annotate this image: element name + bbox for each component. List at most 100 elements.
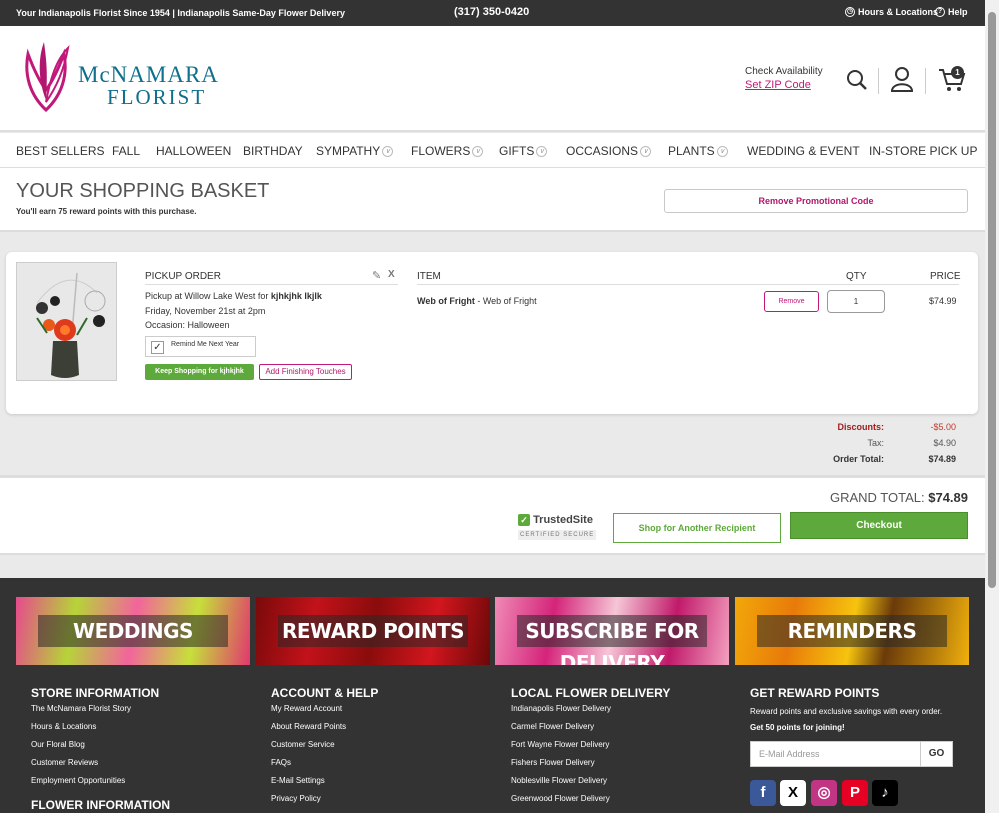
discounts-label: Discounts: bbox=[837, 422, 884, 432]
hours-label: Hours & Locations bbox=[858, 7, 939, 17]
nav-occasions[interactable]: OCCASIONS ∨ bbox=[566, 144, 652, 158]
reward-points-banner-label: REWARD POINTS bbox=[278, 615, 468, 647]
price-column-header: PRICE bbox=[930, 271, 961, 282]
footer-link[interactable]: Indianapolis Flower Delivery bbox=[511, 704, 670, 722]
nav-in-store-pickup[interactable]: IN-STORE PICK UP bbox=[869, 144, 977, 158]
nav-halloween[interactable]: HALLOWEEN bbox=[156, 144, 231, 158]
pickup-date: Friday, November 21st at 2pm bbox=[145, 306, 266, 316]
product-image[interactable] bbox=[16, 262, 117, 381]
footer-link[interactable]: Customer Service bbox=[271, 740, 378, 758]
subscribe-banner[interactable]: SUBSCRIBE FOR DELIVERY bbox=[495, 597, 729, 665]
footer-link[interactable]: Fishers Flower Delivery bbox=[511, 758, 670, 776]
account-icon[interactable] bbox=[890, 66, 914, 92]
chevron-down-icon: ∨ bbox=[716, 146, 728, 158]
set-zip-link[interactable]: Set ZIP Code bbox=[745, 79, 811, 91]
nav-sympathy-label: SYMPATHY bbox=[316, 144, 381, 158]
scrollbar-thumb[interactable] bbox=[988, 12, 996, 588]
store-info-title: STORE INFORMATION bbox=[31, 686, 160, 700]
footer-link[interactable]: Privacy Policy bbox=[271, 794, 378, 812]
footer-link[interactable]: Noblesville Flower Delivery bbox=[511, 776, 670, 794]
footer-link[interactable]: Carmel Flower Delivery bbox=[511, 722, 670, 740]
nav-fall[interactable]: FALL bbox=[112, 144, 140, 158]
pickup-order-heading: PICKUP ORDER bbox=[145, 271, 398, 285]
scrollbar[interactable] bbox=[985, 0, 999, 813]
footer-link[interactable]: Hours & Locations bbox=[31, 722, 170, 740]
chevron-down-icon: ∨ bbox=[536, 146, 548, 158]
bouquet-image-icon bbox=[17, 263, 116, 380]
email-placeholder: E-Mail Address bbox=[759, 749, 820, 759]
add-finishing-touches-button[interactable]: Add Finishing Touches bbox=[259, 364, 352, 380]
checkout-section: GRAND TOTAL: $74.89 ✓ TrustedSite CERTIF… bbox=[0, 475, 985, 555]
reward-bonus-text: Get 50 points for joining! bbox=[750, 723, 845, 732]
nav-gifts[interactable]: GIFTS ∨ bbox=[499, 144, 548, 158]
footer-link[interactable]: FAQs bbox=[271, 758, 378, 776]
trustedsite-badge[interactable]: ✓ TrustedSite CERTIFIED SECURE bbox=[518, 514, 597, 540]
trustedsite-logo: ✓ TrustedSite bbox=[518, 514, 596, 526]
cart-count-badge: 1 bbox=[951, 66, 964, 79]
instagram-icon[interactable]: ◎ bbox=[811, 780, 837, 806]
x-twitter-icon[interactable]: X bbox=[780, 780, 806, 806]
footer-link[interactable]: My Reward Account bbox=[271, 704, 378, 722]
tulip-logo-icon[interactable] bbox=[20, 40, 72, 112]
site-header: McNAMARA FLORIST Check Availability Set … bbox=[0, 26, 985, 132]
footer-link[interactable]: The McNamara Florist Story bbox=[31, 704, 170, 722]
weddings-banner[interactable]: WEDDINGS bbox=[16, 597, 250, 665]
nav-flowers-label: FLOWERS bbox=[411, 144, 471, 158]
nav-plants[interactable]: PLANTS ∨ bbox=[668, 144, 728, 158]
tiktok-icon[interactable]: ♪ bbox=[872, 780, 898, 806]
nav-wedding-event[interactable]: WEDDING & EVENT bbox=[747, 144, 860, 158]
footer-link[interactable]: Our Floral Blog bbox=[31, 740, 170, 758]
search-icon[interactable] bbox=[846, 69, 868, 91]
nav-sympathy[interactable]: SYMPATHY ∨ bbox=[316, 144, 394, 158]
checkout-button[interactable]: Checkout bbox=[790, 512, 968, 539]
item-name[interactable]: Web of Fright - Web of Fright bbox=[417, 296, 537, 306]
phone-link[interactable]: (317) 350-0420 bbox=[454, 6, 529, 18]
local-delivery-column: LOCAL FLOWER DELIVERY Indianapolis Flowe… bbox=[511, 686, 670, 812]
go-button[interactable]: GO bbox=[920, 742, 952, 766]
remind-checkbox[interactable]: ✓ Remind Me Next Year bbox=[145, 336, 256, 357]
facebook-icon[interactable]: f bbox=[750, 780, 776, 806]
main-nav: BEST SELLERS FALL HALLOWEEN BIRTHDAY SYM… bbox=[0, 133, 985, 168]
site-footer: WEDDINGS REWARD POINTS SUBSCRIBE FOR DEL… bbox=[0, 578, 985, 813]
remove-item-button[interactable]: Remove bbox=[764, 291, 819, 312]
item-name-rest: - Web of Fright bbox=[474, 296, 537, 306]
nav-birthday[interactable]: BIRTHDAY bbox=[243, 144, 303, 158]
subscribe-banner-label: SUBSCRIBE FOR DELIVERY bbox=[517, 615, 707, 665]
reward-points-banner[interactable]: REWARD POINTS bbox=[256, 597, 490, 665]
footer-link[interactable]: Customer Reviews bbox=[31, 758, 170, 776]
recipient-name: kjhkjhk lkjlk bbox=[270, 291, 322, 301]
pickup-location: Pickup at Willow Lake West for kjhkjhk l… bbox=[145, 291, 322, 301]
pickup-prefix: Pickup at Willow Lake West for bbox=[145, 291, 271, 301]
store-info-column: STORE INFORMATION The McNamara Florist S… bbox=[31, 686, 170, 813]
shop-another-recipient-button[interactable]: Shop for Another Recipient bbox=[613, 513, 781, 543]
footer-link[interactable]: Fort Wayne Flower Delivery bbox=[511, 740, 670, 758]
tax-value: $4.90 bbox=[933, 438, 956, 448]
page-title: YOUR SHOPPING BASKET bbox=[16, 180, 270, 202]
logo-line2[interactable]: FLORIST bbox=[107, 85, 206, 110]
edit-pencil-icon[interactable]: ✎ bbox=[372, 269, 381, 282]
nav-plants-label: PLANTS bbox=[668, 144, 715, 158]
email-signup-field[interactable]: E-Mail Address GO bbox=[750, 741, 953, 767]
footer-link[interactable]: About Reward Points bbox=[271, 722, 378, 740]
discounts-value: -$5.00 bbox=[930, 422, 956, 432]
help-link[interactable]: ? Help bbox=[935, 7, 968, 17]
close-icon[interactable]: X bbox=[388, 269, 395, 280]
footer-link[interactable]: Employment Opportunities bbox=[31, 776, 170, 794]
quantity-input[interactable]: 1 bbox=[827, 290, 885, 313]
footer-link[interactable]: E-Mail Settings bbox=[271, 776, 378, 794]
item-column-header: ITEM bbox=[417, 271, 441, 282]
pinterest-icon[interactable]: P bbox=[842, 780, 868, 806]
nav-flowers[interactable]: FLOWERS ∨ bbox=[411, 144, 484, 158]
nav-best-sellers[interactable]: BEST SELLERS bbox=[16, 144, 105, 158]
clock-icon: ◷ bbox=[845, 7, 855, 17]
reward-text: Reward points and exclusive savings with… bbox=[750, 707, 943, 716]
flower-info-title: FLOWER INFORMATION bbox=[31, 798, 171, 812]
item-name-bold: Web of Fright bbox=[417, 296, 475, 306]
footer-link[interactable]: Greenwood Flower Delivery bbox=[511, 794, 670, 812]
check-shield-icon: ✓ bbox=[518, 514, 530, 526]
remove-promo-button[interactable]: Remove Promotional Code bbox=[664, 189, 968, 213]
hours-link[interactable]: ◷ Hours & Locations bbox=[845, 7, 938, 17]
reminders-banner[interactable]: REMINDERS bbox=[735, 597, 969, 665]
keep-shopping-button[interactable]: Keep Shopping for kjhkjhk bbox=[145, 364, 254, 380]
occasion: Occasion: Halloween bbox=[145, 320, 230, 330]
